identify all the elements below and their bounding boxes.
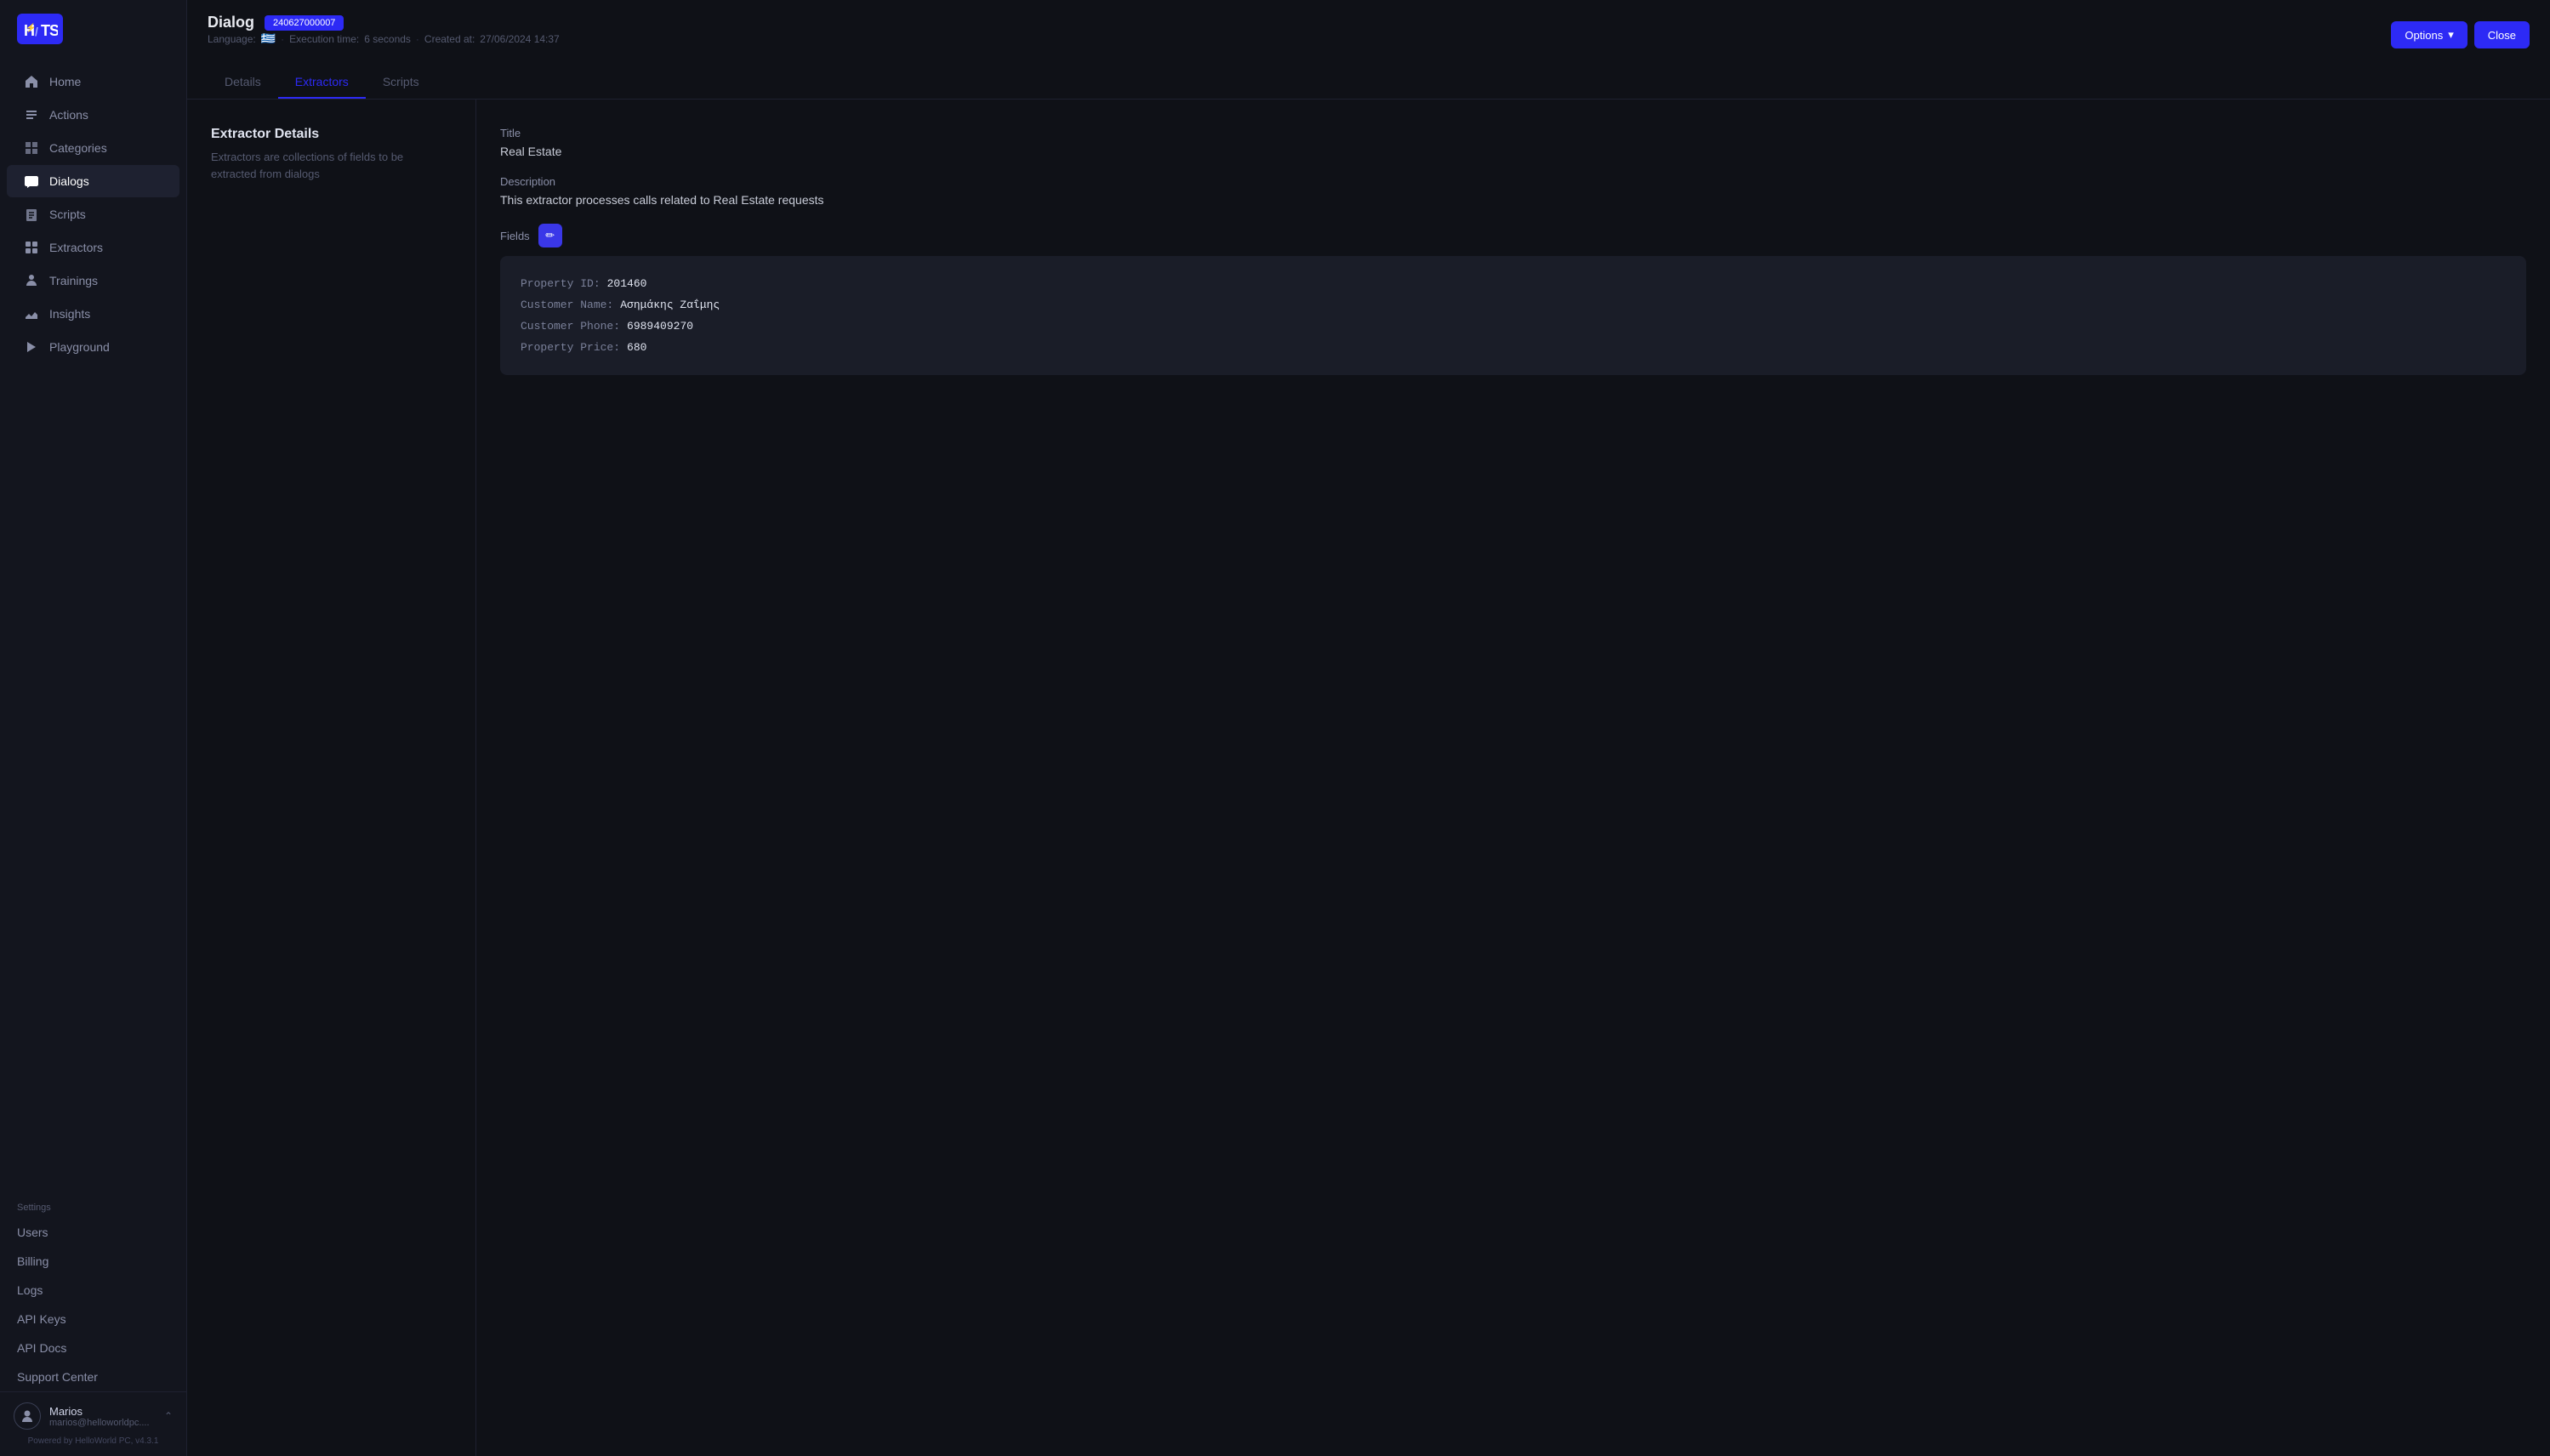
customer-phone-value: 6989409270 [627,320,693,333]
customer-name-value: Ασημάκης Ζαΐμης [620,299,720,311]
content-area: Extractor Details Extractors are collect… [187,100,2550,1456]
sidebar-item-home[interactable]: Home [7,65,179,98]
description-field-value: This extractor processes calls related t… [500,193,2526,207]
sidebar-item-dialogs-label: Dialogs [49,174,89,188]
settings-section-label: Settings [0,1189,186,1218]
field-row-property-price: Property Price: 680 [521,337,2506,358]
playground-icon [24,339,39,355]
header-left: Dialog 240627000007 Language: 🇬🇷 · Execu… [208,14,560,56]
sidebar-item-categories-label: Categories [49,141,107,155]
sidebar-item-categories[interactable]: Categories [7,132,179,164]
logo-area: H / TS ⚡ [0,0,186,58]
customer-name-key: Customer Name: [521,299,613,311]
sidebar-item-scripts[interactable]: Scripts [7,198,179,230]
language-label: Language: [208,33,256,45]
property-price-value: 680 [627,341,646,354]
dialogs-icon [24,173,39,189]
scripts-icon [24,207,39,222]
tabs: Details Extractors Scripts [208,66,2530,99]
categories-icon [24,140,39,156]
execution-value: 6 seconds [364,33,411,45]
created-value: 27/06/2024 14:37 [480,33,559,45]
chevron-down-icon: ▾ [2448,28,2454,42]
insights-icon [24,306,39,321]
header-top: Dialog 240627000007 Language: 🇬🇷 · Execu… [208,14,2530,56]
avatar [14,1402,41,1430]
settings-item-billing[interactable]: Billing [0,1247,186,1276]
powered-by-text: Powered by HelloWorld PC, v4.3.1 [14,1436,173,1446]
sidebar-item-trainings[interactable]: Trainings [7,264,179,297]
property-id-value: 201460 [607,277,647,290]
dialog-id-badge: 240627000007 [265,15,344,31]
sidebar-item-extractors-label: Extractors [49,241,103,254]
sidebar: H / TS ⚡ Home Actions Categories [0,0,187,1456]
svg-text:/: / [35,25,38,38]
sidebar-item-playground[interactable]: Playground [7,331,179,363]
extractor-details-desc: Extractors are collections of fields to … [211,149,452,182]
chevron-icon: ⌃ [164,1410,173,1422]
tab-details[interactable]: Details [208,66,278,99]
user-info: Marios marios@helloworldpc.... [49,1405,156,1428]
sidebar-item-dialogs[interactable]: Dialogs [7,165,179,197]
fields-section-label: Fields ✏ [500,224,2526,247]
header-meta: Language: 🇬🇷 · Execution time: 6 seconds… [208,31,560,46]
home-icon [24,74,39,89]
close-button[interactable]: Close [2474,21,2530,48]
settings-item-support-center[interactable]: Support Center [0,1362,186,1391]
sidebar-item-trainings-label: Trainings [49,274,98,287]
field-row-customer-phone: Customer Phone: 6989409270 [521,316,2506,337]
tab-extractors[interactable]: Extractors [278,66,366,99]
trainings-icon [24,273,39,288]
header-actions: Options ▾ Close [2391,21,2530,48]
field-row-customer-name: Customer Name: Ασημάκης Ζαΐμης [521,294,2506,316]
logo: H / TS ⚡ [17,14,63,44]
title-field-label: Title [500,127,2526,139]
created-label: Created at: [424,33,475,45]
options-button[interactable]: Options ▾ [2391,21,2467,48]
field-row-property-id: Property ID: 201460 [521,273,2506,294]
user-row[interactable]: Marios marios@helloworldpc.... ⌃ [14,1402,173,1430]
sidebar-nav: Home Actions Categories Dialogs Scripts [0,58,186,1189]
settings-section: Settings Users Billing Logs API Keys API… [0,1189,186,1391]
sidebar-footer: Marios marios@helloworldpc.... ⌃ Powered… [0,1391,186,1456]
sidebar-item-actions[interactable]: Actions [7,99,179,131]
sidebar-item-extractors[interactable]: Extractors [7,231,179,264]
user-email: marios@helloworldpc.... [49,1418,156,1428]
sidebar-item-insights[interactable]: Insights [7,298,179,330]
svg-text:TS: TS [41,22,58,39]
actions-icon [24,107,39,122]
right-panel: Title Real Estate Description This extra… [476,100,2550,1456]
edit-fields-button[interactable]: ✏ [538,224,562,247]
execution-label: Execution time: [289,33,359,45]
settings-item-api-keys[interactable]: API Keys [0,1305,186,1334]
settings-item-users[interactable]: Users [0,1218,186,1247]
sidebar-item-actions-label: Actions [49,108,88,122]
main-content: Dialog 240627000007 Language: 🇬🇷 · Execu… [187,0,2550,1456]
left-panel: Extractor Details Extractors are collect… [187,100,476,1456]
settings-item-logs[interactable]: Logs [0,1276,186,1305]
header: Dialog 240627000007 Language: 🇬🇷 · Execu… [187,0,2550,100]
extractor-details-title: Extractor Details [211,127,452,142]
sidebar-item-playground-label: Playground [49,340,110,354]
customer-phone-key: Customer Phone: [521,320,620,333]
property-id-key: Property ID: [521,277,601,290]
sidebar-item-scripts-label: Scripts [49,208,86,221]
settings-item-api-docs[interactable]: API Docs [0,1334,186,1362]
header-title-row: Dialog 240627000007 [208,14,560,31]
extractors-icon [24,240,39,255]
title-field-value: Real Estate [500,145,2526,158]
svg-text:⚡: ⚡ [26,22,35,33]
sidebar-item-home-label: Home [49,75,81,88]
property-price-key: Property Price: [521,341,620,354]
sidebar-item-insights-label: Insights [49,307,90,321]
fields-box: Property ID: 201460 Customer Name: Ασημά… [500,256,2526,375]
description-field-label: Description [500,175,2526,188]
tab-scripts[interactable]: Scripts [366,66,436,99]
user-name: Marios [49,1405,156,1418]
pencil-icon: ✏ [545,229,555,242]
dialog-title: Dialog [208,14,254,31]
flag-icon: 🇬🇷 [261,31,276,46]
